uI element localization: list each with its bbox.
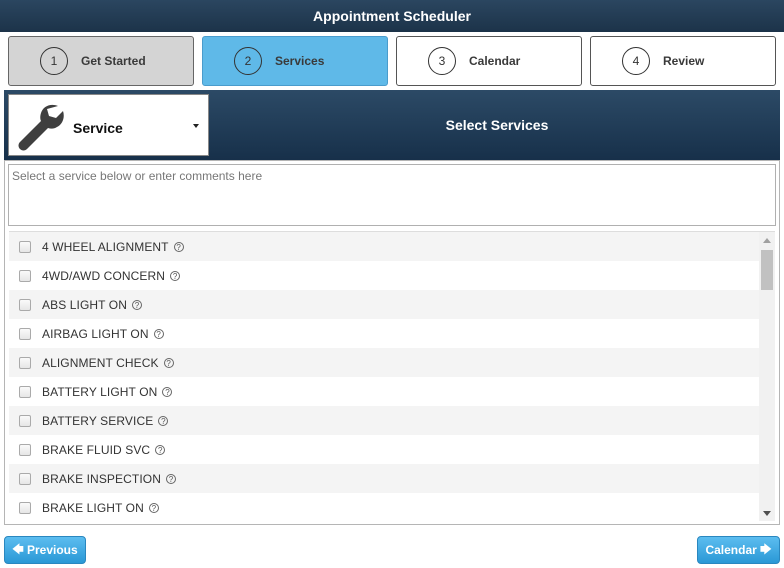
help-icon[interactable]: ? [158,415,169,426]
section-title-text: Select Services [445,117,549,133]
step-calendar[interactable]: 3 Calendar [396,36,582,86]
service-item-battery-light-on[interactable]: BATTERY LIGHT ON ? [9,377,759,406]
service-checkbox[interactable] [19,501,31,514]
service-checkbox[interactable] [19,240,31,253]
service-checkbox[interactable] [19,385,31,398]
section-title: Select Services [214,90,780,160]
help-icon[interactable]: ? [155,444,166,455]
step-label: Get Started [81,54,146,68]
previous-button[interactable]: 🡄 Previous [4,536,86,564]
service-item-brake-inspection[interactable]: BRAKE INSPECTION ? [9,464,759,493]
service-label: AIRBAG LIGHT ON [42,326,149,341]
step-number: 2 [234,47,262,75]
service-item-4wd-awd-concern[interactable]: 4WD/AWD CONCERN ? [9,261,759,290]
next-calendar-button[interactable]: Calendar 🡆 [697,536,780,564]
comments-field[interactable] [8,164,776,226]
wizard-steps: 1 Get Started 2 Services 3 Calendar 4 Re… [8,36,776,86]
step-number: 4 [622,47,650,75]
service-label: BRAKE LIGHT ON [42,500,144,515]
service-item-abs-light-on[interactable]: ABS LIGHT ON ? [9,290,759,319]
step-label: Review [663,54,705,68]
step-services[interactable]: 2 Services [202,36,388,86]
service-label: ABS LIGHT ON [42,297,128,312]
service-item-alignment-check[interactable]: ALIGNMENT CHECK ? [9,348,759,377]
chevron-down-icon [193,124,199,128]
service-label: BRAKE FLUID SVC [42,442,151,457]
service-item-brake-fluid-svc[interactable]: BRAKE FLUID SVC ? [9,435,759,464]
services-panel: 4 WHEEL ALIGNMENT ? 4WD/AWD CONCERN ? AB… [4,160,780,525]
arrow-left-icon: 🡄 [12,543,24,556]
help-icon[interactable]: ? [173,241,184,252]
service-label: BATTERY SERVICE [42,413,154,428]
help-icon[interactable]: ? [170,270,181,281]
step-get-started[interactable]: 1 Get Started [8,36,194,86]
next-button-label: Calendar [705,543,757,557]
help-icon[interactable]: ? [148,502,159,513]
service-checkbox[interactable] [19,269,31,282]
help-icon[interactable]: ? [132,299,143,310]
service-item-brake-light-on[interactable]: BRAKE LIGHT ON ? [9,493,759,521]
arrow-right-icon: 🡆 [760,543,772,556]
scroll-down-icon[interactable] [763,511,771,516]
previous-button-label: Previous [27,543,78,557]
services-list: 4 WHEEL ALIGNMENT ? 4WD/AWD CONCERN ? AB… [9,231,775,521]
service-type-label: Service [73,120,123,136]
list-scrollbar[interactable] [759,232,775,521]
service-checkbox[interactable] [19,414,31,427]
service-label: ALIGNMENT CHECK [42,355,159,370]
service-label: 4WD/AWD CONCERN [42,268,166,283]
service-checkbox[interactable] [19,443,31,456]
scrollbar-thumb[interactable] [761,250,773,290]
wrench-icon [18,104,64,151]
help-icon[interactable]: ? [153,328,164,339]
service-label: BRAKE INSPECTION [42,471,161,486]
service-item-4-wheel-alignment[interactable]: 4 WHEEL ALIGNMENT ? [9,232,759,261]
step-review[interactable]: 4 Review [590,36,776,86]
service-label: 4 WHEEL ALIGNMENT [42,239,169,254]
service-checkbox[interactable] [19,472,31,485]
service-checkbox[interactable] [19,298,31,311]
help-icon[interactable]: ? [163,357,174,368]
scroll-up-icon[interactable] [763,238,771,243]
help-icon[interactable]: ? [165,473,176,484]
help-icon[interactable]: ? [162,386,173,397]
step-label: Services [275,54,325,68]
service-item-airbag-light-on[interactable]: AIRBAG LIGHT ON ? [9,319,759,348]
step-number: 3 [428,47,456,75]
app-title-bar: Appointment Scheduler [0,0,784,32]
app-title: Appointment Scheduler [313,8,471,24]
service-checkbox[interactable] [19,327,31,340]
service-type-dropdown[interactable]: Service [8,94,209,156]
services-header: Service Select Services [4,90,780,160]
service-label: BATTERY LIGHT ON [42,384,158,399]
service-item-battery-service[interactable]: BATTERY SERVICE ? [9,406,759,435]
service-checkbox[interactable] [19,356,31,369]
step-label: Calendar [469,54,521,68]
step-number: 1 [40,47,68,75]
